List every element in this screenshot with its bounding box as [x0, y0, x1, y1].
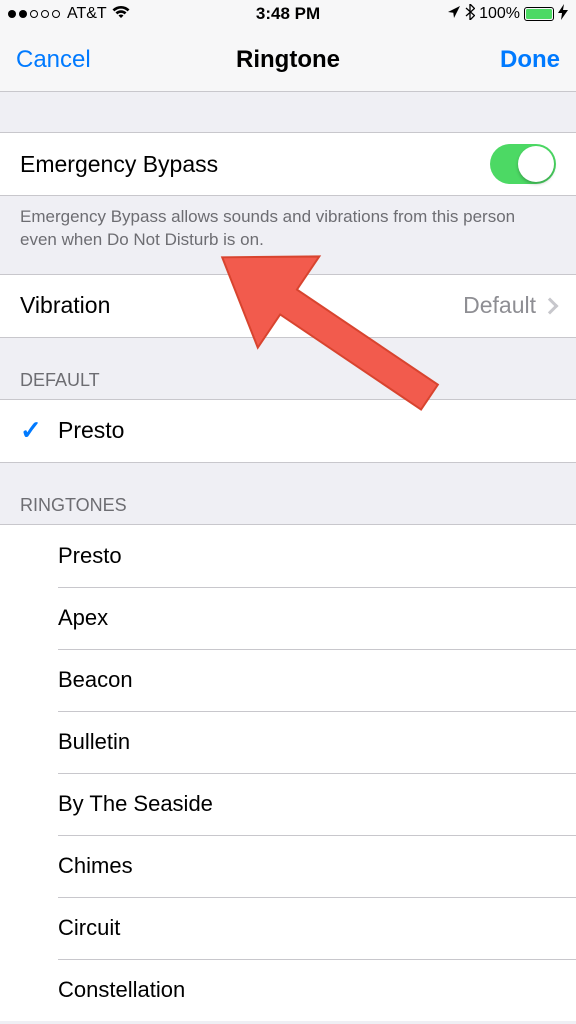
ringtone-row[interactable]: Beacon — [0, 649, 576, 711]
default-ringtone-row[interactable]: ✓ Presto — [0, 399, 576, 463]
ringtone-label: Circuit — [58, 915, 120, 941]
ringtone-label: Beacon — [58, 667, 133, 693]
ringtone-row[interactable]: Circuit — [0, 897, 576, 959]
cancel-button[interactable]: Cancel — [0, 28, 107, 91]
vibration-label: Vibration — [20, 292, 463, 319]
ringtone-label: Bulletin — [58, 729, 130, 755]
emergency-bypass-toggle[interactable] — [490, 144, 556, 184]
emergency-bypass-footer: Emergency Bypass allows sounds and vibra… — [0, 196, 576, 274]
battery-icon — [524, 7, 554, 21]
emergency-bypass-cell[interactable]: Emergency Bypass — [0, 132, 576, 196]
vibration-cell[interactable]: Vibration Default — [0, 274, 576, 338]
ringtone-label: Constellation — [58, 977, 185, 1003]
status-time: 3:48 PM — [0, 4, 576, 24]
ringtone-row[interactable]: Constellation — [0, 959, 576, 1021]
ringtone-row[interactable]: Bulletin — [0, 711, 576, 773]
status-bar: AT&T 3:48 PM 100% — [0, 0, 576, 28]
ringtone-row[interactable]: Presto — [0, 525, 576, 587]
done-button[interactable]: Done — [484, 28, 576, 91]
ringtone-label: Apex — [58, 605, 108, 631]
default-ringtone-label: Presto — [58, 417, 124, 444]
ringtone-label: Chimes — [58, 853, 133, 879]
section-header-default: DEFAULT — [0, 338, 576, 399]
ringtone-row[interactable]: Apex — [0, 587, 576, 649]
ringtone-label: Presto — [58, 543, 122, 569]
vibration-value: Default — [463, 292, 536, 319]
section-header-ringtones: RINGTONES — [0, 463, 576, 524]
chevron-right-icon — [542, 297, 559, 314]
ringtone-row[interactable]: Chimes — [0, 835, 576, 897]
emergency-bypass-label: Emergency Bypass — [20, 151, 490, 178]
page-title: Ringtone — [236, 46, 340, 74]
ringtone-label: By The Seaside — [58, 791, 213, 817]
checkmark-icon: ✓ — [20, 415, 48, 446]
ringtone-row[interactable]: By The Seaside — [0, 773, 576, 835]
ringtones-list: Presto Apex Beacon Bulletin By The Seasi… — [0, 524, 576, 1021]
nav-bar: Cancel Ringtone Done — [0, 28, 576, 92]
